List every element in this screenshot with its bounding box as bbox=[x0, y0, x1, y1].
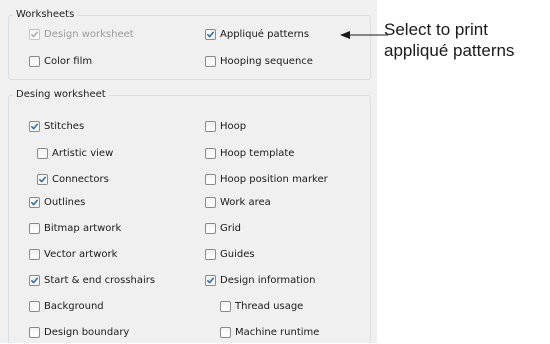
checkbox-icon bbox=[37, 174, 48, 185]
hooping-sequence-checkbox[interactable]: Hooping sequence bbox=[205, 56, 313, 67]
checkbox-icon bbox=[205, 29, 216, 40]
checkbox-icon bbox=[220, 301, 231, 312]
checkbox-label: Appliqué patterns bbox=[220, 29, 310, 40]
checkbox-icon bbox=[205, 56, 216, 67]
checkbox-icon bbox=[29, 327, 40, 338]
checkbox-icon bbox=[37, 148, 48, 159]
design-worksheet-group: Desing worksheet Stitches Hoop Artistic … bbox=[8, 88, 371, 344]
checkbox-icon bbox=[29, 56, 40, 67]
color-film-checkbox[interactable]: Color film bbox=[29, 56, 92, 67]
print-options-panel: Worksheets Design worksheet Appliqué pat… bbox=[0, 0, 377, 344]
checkbox-label: Hoop template bbox=[220, 148, 295, 159]
checkbox-icon bbox=[29, 275, 40, 286]
checkbox-icon bbox=[205, 223, 216, 234]
connectors-checkbox[interactable]: Connectors bbox=[37, 174, 109, 185]
guides-checkbox[interactable]: Guides bbox=[205, 249, 255, 260]
checkbox-label: Vector artwork bbox=[44, 249, 118, 260]
checkbox-label: Background bbox=[44, 301, 104, 312]
vector-artwork-checkbox[interactable]: Vector artwork bbox=[29, 249, 117, 260]
design-information-checkbox[interactable]: Design information bbox=[205, 275, 315, 286]
bitmap-artwork-checkbox[interactable]: Bitmap artwork bbox=[29, 223, 121, 234]
checkbox-label: Machine runtime bbox=[235, 327, 320, 338]
checkbox-label: Design information bbox=[220, 275, 316, 286]
checkbox-label: Color film bbox=[44, 56, 93, 67]
design-worksheet-checkbox[interactable]: Design worksheet bbox=[29, 29, 134, 40]
start-end-crosshairs-checkbox[interactable]: Start & end crosshairs bbox=[29, 275, 155, 286]
checkbox-label: Work area bbox=[220, 197, 271, 208]
callout-line-2: appliqué patterns bbox=[384, 41, 515, 60]
checkbox-label: Design boundary bbox=[44, 327, 130, 338]
checkbox-label: Guides bbox=[220, 249, 255, 260]
checkbox-icon bbox=[29, 301, 40, 312]
checkbox-icon bbox=[205, 148, 216, 159]
checkbox-icon bbox=[205, 174, 216, 185]
worksheets-legend: Worksheets bbox=[13, 8, 78, 22]
worksheets-group: Worksheets Design worksheet Appliqué pat… bbox=[8, 8, 371, 80]
hoop-checkbox[interactable]: Hoop bbox=[205, 121, 246, 132]
checkbox-icon bbox=[29, 121, 40, 132]
checkbox-icon bbox=[29, 249, 40, 260]
design-worksheet-legend: Desing worksheet bbox=[13, 88, 109, 102]
design-boundary-checkbox[interactable]: Design boundary bbox=[29, 327, 129, 338]
checkbox-label: Start & end crosshairs bbox=[44, 275, 156, 286]
hoop-template-checkbox[interactable]: Hoop template bbox=[205, 148, 294, 159]
grid-checkbox[interactable]: Grid bbox=[205, 223, 241, 234]
outlines-checkbox[interactable]: Outlines bbox=[29, 197, 85, 208]
artistic-view-checkbox[interactable]: Artistic view bbox=[37, 148, 113, 159]
checkbox-label: Stitches bbox=[44, 121, 85, 132]
checkbox-label: Thread usage bbox=[235, 301, 304, 312]
checkbox-icon bbox=[205, 249, 216, 260]
checkbox-label: Outlines bbox=[44, 197, 86, 208]
checkbox-label: Hoop position marker bbox=[220, 174, 328, 185]
machine-runtime-checkbox[interactable]: Machine runtime bbox=[220, 327, 319, 338]
applique-patterns-checkbox[interactable]: Appliqué patterns bbox=[205, 29, 309, 40]
checkbox-icon bbox=[205, 197, 216, 208]
thread-usage-checkbox[interactable]: Thread usage bbox=[220, 301, 303, 312]
callout-line-1: Select to print bbox=[384, 20, 488, 39]
checkbox-icon bbox=[29, 29, 40, 40]
checkbox-icon bbox=[205, 121, 216, 132]
checkbox-label: Hoop bbox=[220, 121, 247, 132]
checkbox-icon bbox=[220, 327, 231, 338]
checkbox-label: Connectors bbox=[52, 174, 109, 185]
checkbox-label: Artistic view bbox=[52, 148, 114, 159]
checkbox-label: Bitmap artwork bbox=[44, 223, 122, 234]
callout-annotation: Select to print appliqué patterns bbox=[384, 19, 514, 61]
arrow-left-icon bbox=[340, 31, 388, 39]
checkbox-icon bbox=[205, 275, 216, 286]
hoop-position-marker-checkbox[interactable]: Hoop position marker bbox=[205, 174, 328, 185]
checkbox-label: Hooping sequence bbox=[220, 56, 313, 67]
checkbox-icon bbox=[29, 223, 40, 234]
background-checkbox[interactable]: Background bbox=[29, 301, 104, 312]
checkbox-label: Design worksheet bbox=[44, 29, 134, 40]
checkbox-label: Grid bbox=[220, 223, 241, 234]
stitches-checkbox[interactable]: Stitches bbox=[29, 121, 84, 132]
checkbox-icon bbox=[29, 197, 40, 208]
work-area-checkbox[interactable]: Work area bbox=[205, 197, 271, 208]
